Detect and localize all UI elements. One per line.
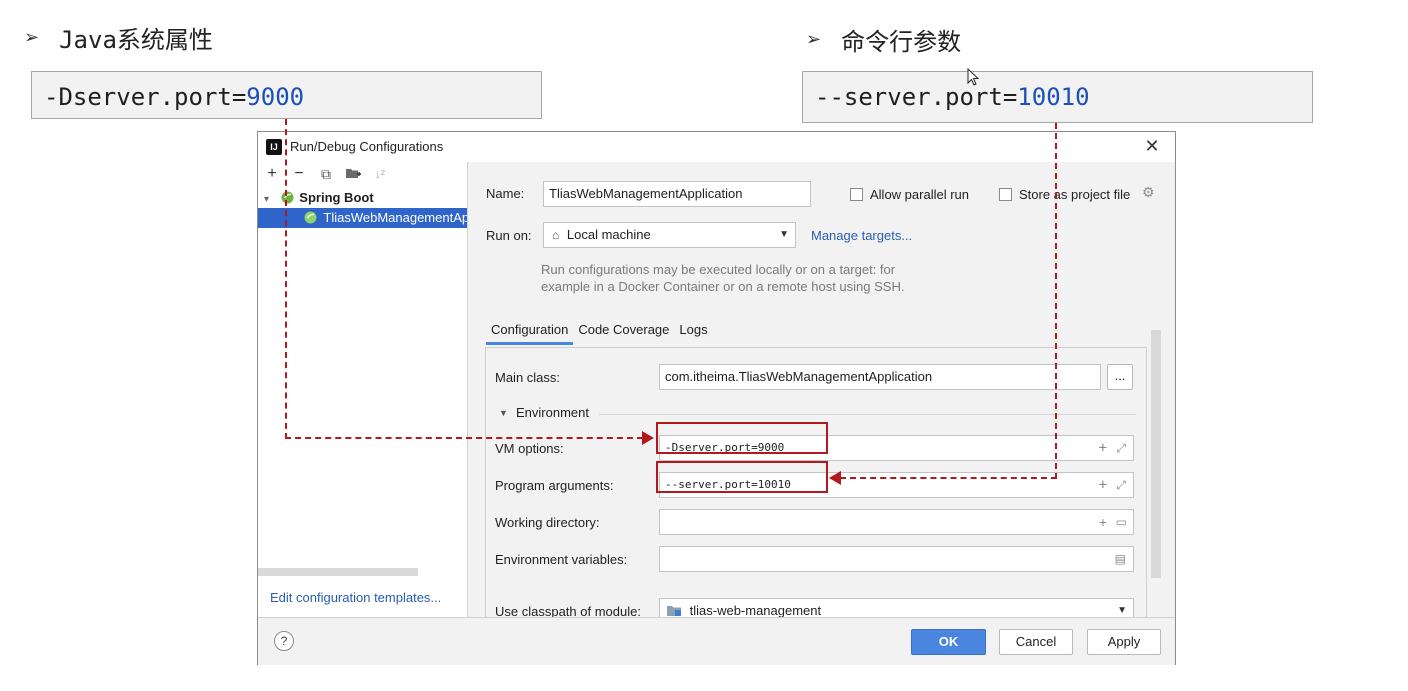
arrow-right-icon bbox=[642, 431, 654, 445]
store-project-checkbox[interactable] bbox=[999, 188, 1012, 201]
tree-group-label: Spring Boot bbox=[299, 190, 374, 205]
run-hint-line2: example in a Docker Container or on a re… bbox=[541, 279, 905, 294]
expand-icon[interactable]: ⤢ bbox=[1116, 473, 1126, 497]
code-key: -Dserver.port= bbox=[44, 83, 247, 111]
code-value: 9000 bbox=[246, 83, 305, 111]
spring-boot-run-icon bbox=[304, 210, 317, 224]
dialog-footer: ? OK Cancel Apply bbox=[258, 617, 1175, 665]
code-box-vm-option: -Dserver.port=9000 bbox=[31, 71, 542, 119]
tree-toolbar: + − ⧉ ↓ᶻ bbox=[264, 166, 388, 183]
spring-boot-icon bbox=[281, 190, 294, 204]
tree-item-tlias-app[interactable]: TliasWebManagementApplication bbox=[258, 208, 467, 228]
classpath-value: tlias-web-management bbox=[689, 603, 822, 618]
arrow-bullet-icon: ➢ bbox=[24, 27, 40, 48]
copy-icon[interactable]: ⧉ bbox=[318, 166, 334, 182]
env-vars-label: Environment variables: bbox=[495, 552, 628, 567]
document-icon[interactable]: ▤ bbox=[1115, 547, 1126, 571]
expand-icon[interactable]: ⤢ bbox=[1116, 436, 1126, 460]
heading-java-system-properties: ➢ Java系统属性 bbox=[24, 20, 213, 55]
program-args-highlight bbox=[656, 461, 828, 493]
dialog-title: Run/Debug Configurations bbox=[290, 139, 444, 154]
name-label: Name: bbox=[486, 186, 525, 201]
allow-parallel-label: Allow parallel run bbox=[870, 187, 969, 202]
add-icon[interactable]: + bbox=[1099, 473, 1107, 497]
arrow-left-icon bbox=[829, 471, 841, 485]
folder-icon[interactable]: ▭ bbox=[1116, 510, 1127, 534]
heading-command-line-args: ➢ 命令行参数 bbox=[806, 22, 961, 57]
working-dir-label: Working directory: bbox=[495, 515, 600, 530]
config-tree-panel: + − ⧉ ↓ᶻ ▾ Spring Boot TliasWebManagemen… bbox=[258, 162, 468, 617]
config-form-panel: Name: TliasWebManagementApplication Allo… bbox=[468, 162, 1175, 624]
remove-icon[interactable]: − bbox=[291, 166, 307, 182]
add-icon[interactable]: + bbox=[1099, 510, 1107, 534]
new-folder-icon[interactable] bbox=[345, 166, 361, 182]
vm-options-label: VM options: bbox=[495, 441, 564, 456]
browse-button[interactable]: ... bbox=[1107, 364, 1133, 390]
program-args-label: Program arguments: bbox=[495, 478, 614, 493]
horizontal-scrollbar[interactable] bbox=[258, 568, 418, 576]
connector-line-horizontal-left bbox=[285, 437, 643, 439]
code-value: 10010 bbox=[1017, 83, 1090, 111]
edit-templates-link[interactable]: Edit configuration templates... bbox=[270, 590, 441, 605]
connector-line-vertical-right bbox=[1055, 123, 1057, 479]
home-icon: ⌂ bbox=[552, 228, 560, 242]
sort-icon[interactable]: ↓ᶻ bbox=[372, 166, 388, 182]
close-icon[interactable]: ✕ bbox=[1142, 136, 1162, 156]
working-dir-input[interactable]: + ▭ bbox=[659, 509, 1134, 535]
tab-configuration[interactable]: Configuration bbox=[486, 322, 574, 345]
tab-code-coverage[interactable]: Code Coverage bbox=[573, 322, 674, 345]
heading-text: 命令行参数 bbox=[841, 28, 962, 56]
env-vars-input[interactable]: ▤ bbox=[659, 546, 1134, 572]
intellij-logo-icon: IJ bbox=[266, 139, 282, 155]
dialog-titlebar: IJ Run/Debug Configurations ✕ bbox=[258, 132, 1175, 162]
chevron-down-icon[interactable]: ▾ bbox=[264, 194, 269, 205]
chevron-down-icon: ▼ bbox=[779, 229, 789, 240]
connector-line-vertical-left bbox=[285, 119, 287, 439]
main-class-label: Main class: bbox=[495, 370, 561, 385]
module-folder-icon bbox=[667, 600, 681, 616]
vm-options-highlight bbox=[656, 422, 828, 454]
chevron-down-icon[interactable]: ▼ bbox=[499, 408, 508, 418]
tab-bar: Configuration Code Coverage Logs bbox=[486, 322, 713, 345]
connector-line-horizontal-right bbox=[840, 477, 1057, 479]
run-debug-dialog: IJ Run/Debug Configurations ✕ + − ⧉ ↓ᶻ ▾… bbox=[257, 131, 1176, 665]
code-box-program-arg: --server.port=10010 bbox=[802, 71, 1313, 123]
help-icon[interactable]: ? bbox=[274, 631, 294, 651]
mouse-cursor-icon bbox=[967, 67, 981, 88]
name-input[interactable]: TliasWebManagementApplication bbox=[543, 181, 811, 207]
run-on-select[interactable]: ⌂ Local machine ▼ bbox=[543, 222, 796, 248]
code-key: --server.port= bbox=[815, 83, 1018, 111]
run-on-value: Local machine bbox=[566, 227, 651, 242]
cancel-button[interactable]: Cancel bbox=[999, 629, 1073, 655]
add-icon[interactable]: + bbox=[1099, 436, 1107, 460]
add-icon[interactable]: + bbox=[264, 166, 280, 182]
environment-label: Environment bbox=[516, 405, 589, 420]
allow-parallel-checkbox[interactable] bbox=[850, 188, 863, 201]
ok-button[interactable]: OK bbox=[911, 629, 986, 655]
vertical-scrollbar[interactable] bbox=[1151, 330, 1161, 578]
gear-icon[interactable]: ⚙ bbox=[1142, 184, 1155, 201]
store-project-label: Store as project file bbox=[1019, 187, 1131, 202]
heading-text: Java系统属性 bbox=[59, 26, 213, 54]
tree-group-spring-boot[interactable]: ▾ Spring Boot bbox=[258, 188, 467, 208]
manage-targets-link[interactable]: Manage targets... bbox=[811, 228, 912, 243]
run-on-label: Run on: bbox=[486, 228, 532, 243]
tree-item-label: TliasWebManagementApplication bbox=[323, 210, 467, 225]
arrow-bullet-icon: ➢ bbox=[806, 29, 822, 50]
apply-button[interactable]: Apply bbox=[1087, 629, 1161, 655]
tab-logs[interactable]: Logs bbox=[674, 322, 712, 345]
run-hint-line1: Run configurations may be executed local… bbox=[541, 262, 896, 277]
main-class-input[interactable]: com.itheima.TliasWebManagementApplicatio… bbox=[659, 364, 1101, 390]
